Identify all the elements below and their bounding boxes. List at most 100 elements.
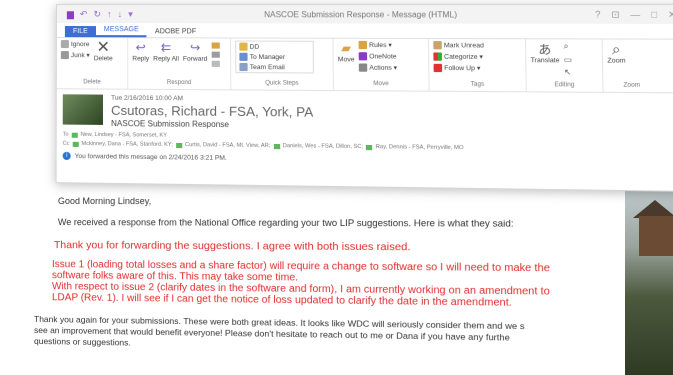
translate-icon: あ	[536, 41, 553, 56]
message-header: Tue 2/16/2016 10:00 AM Csutoras, Richard…	[57, 89, 673, 133]
ribbon: Ignore Junk ▾ ✕ Delete Delete ↩ Reply ⇇ Re…	[57, 38, 673, 93]
actions-icon	[359, 63, 367, 71]
presence-icon	[72, 132, 78, 137]
reply-all-icon: ⇇	[158, 40, 174, 54]
up-arrow-icon[interactable]: ↑	[107, 9, 112, 20]
actions-button[interactable]: Actions ▾	[359, 63, 397, 71]
to-recipient[interactable]: New, Lindsey - FSA, Somerset, KY	[81, 132, 167, 139]
info-icon: i	[63, 152, 71, 160]
message-date: Tue 2/16/2016 10:00 AM	[111, 95, 313, 104]
ignore-icon	[61, 40, 69, 48]
window-title: NASCOE Submission Response - Message (HT…	[133, 10, 595, 20]
quick-step-dd[interactable]: DD	[239, 43, 309, 51]
cc-recipient[interactable]: Curtis, David - FSA, Mt. View, AR;	[185, 142, 270, 149]
maximize-button[interactable]: □	[651, 9, 657, 21]
to-label: To	[63, 132, 69, 138]
presence-icon	[273, 143, 279, 148]
quick-steps-gallery: DD To Manager Team Email	[235, 41, 314, 74]
outlook-message-window: ▆ ↶ ↻ ↑ ↓ ▾ NASCOE Submission Response -…	[56, 4, 673, 192]
editing-group: あ Translate ⌕ ▭ ↖ Editing	[526, 39, 604, 92]
envelope-icon	[433, 41, 442, 49]
related-icon[interactable]: ▭	[564, 55, 572, 64]
quoted-line-1: Thank you for forwarding the suggestions…	[54, 239, 411, 253]
delete-button[interactable]: ✕ Delete	[94, 40, 113, 62]
title-bar: ▆ ↶ ↻ ↑ ↓ ▾ NASCOE Submission Response -…	[57, 5, 673, 24]
rules-icon	[359, 41, 367, 49]
intro-text: We received a response from the National…	[58, 217, 514, 229]
delete-x-icon: ✕	[95, 40, 111, 54]
editing-group-label: Editing	[531, 82, 598, 92]
mark-unread-button[interactable]: Mark Unread	[433, 41, 484, 49]
window-controls: ? ⊡ — □ ✕	[595, 9, 673, 21]
zoom-button[interactable]: ⌕ Zoom	[607, 42, 626, 65]
respond-group: ↩ Reply ⇇ Reply All ↪ Forward Respond	[128, 38, 231, 89]
zoom-group: ⌕ Zoom Zoom	[603, 39, 661, 92]
cc-recipient[interactable]: Mckinney, Dana - FSA, Stanford, KY;	[82, 141, 173, 148]
presence-icon	[72, 141, 78, 146]
meeting-icon[interactable]	[211, 42, 219, 48]
select-icon[interactable]: ↖	[564, 68, 572, 77]
quick-step-to-manager[interactable]: To Manager	[239, 53, 309, 61]
categorize-icon	[433, 52, 442, 60]
zoom-group-label: Zoom	[608, 82, 656, 92]
rules-button[interactable]: Rules ▾	[359, 41, 397, 49]
forward-icon: ↪	[187, 40, 203, 54]
folder-icon	[239, 43, 247, 51]
move-group: ▰ Move Rules ▾ OneNote Actions ▾ Move	[333, 39, 429, 91]
move-folder-icon: ▰	[338, 41, 355, 55]
down-arrow-icon[interactable]: ↓	[118, 9, 123, 20]
tags-group: Mark Unread Categorize ▾ Follow Up ▾ Tag…	[429, 39, 527, 91]
forward-button[interactable]: ↪ Forward	[183, 40, 207, 62]
im-icon[interactable]	[211, 52, 219, 58]
save-icon[interactable]: ▆	[67, 9, 74, 20]
help-button[interactable]: ?	[595, 9, 601, 20]
redo-icon[interactable]: ↻	[93, 9, 101, 20]
quick-step-team-email[interactable]: Team Email	[239, 63, 309, 72]
ignore-button[interactable]: Ignore	[61, 40, 90, 48]
onenote-button[interactable]: OneNote	[359, 52, 397, 60]
tab-file[interactable]: FILE	[65, 26, 96, 37]
translate-button[interactable]: あ Translate	[530, 41, 559, 64]
move-button[interactable]: ▰ Move	[338, 41, 355, 64]
onenote-icon	[359, 52, 367, 60]
delete-group: Ignore Junk ▾ ✕ Delete Delete	[57, 38, 128, 89]
categorize-button[interactable]: Categorize ▾	[433, 52, 484, 60]
flag-icon	[434, 64, 443, 72]
ribbon-display-button[interactable]: ⊡	[611, 9, 619, 20]
find-icon[interactable]: ⌕	[564, 41, 572, 51]
presence-icon	[176, 142, 182, 147]
cc-label: Cc	[63, 141, 70, 147]
greeting: Good Morning Lindsey,	[58, 196, 151, 206]
cc-recipient[interactable]: Ray, Dennis - FSA, Perryville, MO	[376, 144, 464, 151]
reply-button[interactable]: ↩ Reply	[132, 40, 149, 62]
forwarded-notice-text: You forwarded this message on 2/24/2016 …	[75, 152, 227, 161]
quick-access-toolbar: ▆ ↶ ↻ ↑ ↓ ▾	[57, 8, 133, 19]
minimize-button[interactable]: —	[630, 9, 640, 21]
tab-adobe-pdf[interactable]: ADOBE PDF	[147, 26, 204, 37]
tab-message[interactable]: MESSAGE	[96, 24, 147, 37]
header-info: Tue 2/16/2016 10:00 AM Csutoras, Richard…	[111, 95, 313, 130]
move-group-label: Move	[338, 81, 424, 91]
tags-group-label: Tags	[434, 81, 522, 91]
mail-icon	[239, 63, 247, 71]
reply-all-button[interactable]: ⇇ Reply All	[153, 40, 179, 62]
message-subject: NASCOE Submission Response	[111, 119, 313, 130]
more-respond-icon[interactable]	[211, 61, 219, 67]
arrow-icon	[239, 53, 247, 61]
junk-button[interactable]: Junk ▾	[61, 51, 90, 59]
quick-steps-group: DD To Manager Team Email Quick Steps	[231, 38, 334, 90]
cc-recipient[interactable]: Daniels, Wes - FSA, Dillon, SC;	[283, 143, 363, 150]
sender-name[interactable]: Csutoras, Richard - FSA, York, PA	[111, 103, 313, 120]
magnifier-icon: ⌕	[607, 42, 625, 57]
undo-icon[interactable]: ↶	[80, 9, 88, 20]
close-button[interactable]: ✕	[668, 9, 673, 21]
follow-up-button[interactable]: Follow Up ▾	[434, 64, 485, 73]
reply-icon: ↩	[133, 40, 149, 54]
presence-icon	[366, 144, 372, 149]
sender-avatar	[63, 94, 103, 125]
delete-group-label: Delete	[61, 79, 123, 88]
quick-steps-group-label: Quick Steps	[235, 80, 328, 90]
closing-paragraph: Thank you again for your submissions. Th…	[34, 314, 673, 359]
ribbon-tabs: FILE MESSAGE ADOBE PDF	[57, 23, 673, 40]
quoted-paragraph: Issue 1 (loading total losses and a shar…	[52, 259, 673, 311]
